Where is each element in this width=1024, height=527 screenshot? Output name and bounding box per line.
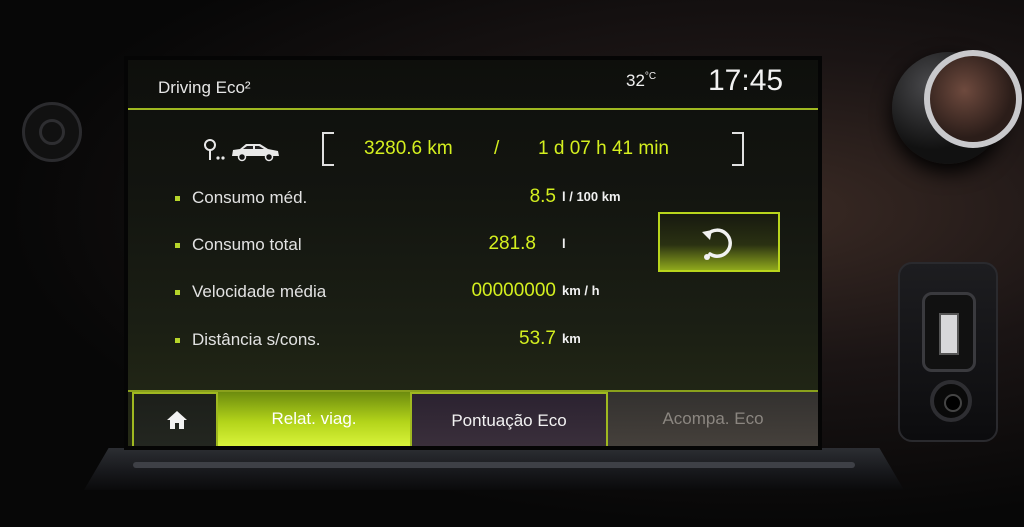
trip-origin-indicator [202,136,286,164]
metric-value: 8.5 [529,186,556,207]
tab-eco-follow[interactable]: Acompa. Eco [608,392,818,446]
media-port-panel [898,262,998,442]
trip-separator: / [494,138,500,159]
metric-total-consumption: Consumo total 281.8 l [128,233,648,263]
temperature-unit: °C [644,71,657,82]
bullet-icon [175,338,180,343]
tab-home[interactable] [132,392,218,446]
trip-duration: 1 d 07 h 41 min [538,138,669,159]
reset-icon [702,228,732,260]
metric-unit: l / 100 km [562,189,621,204]
bezel-lower-trim [84,448,904,490]
volume-knob[interactable] [880,40,1022,180]
bottom-tab-bar: Relat. viag. Pontuação Eco Acompa. Eco [128,390,818,446]
metric-label: Velocidade média [192,282,327,301]
metric-unit: l [562,236,566,251]
infotainment-screen: Driving Eco² 32°C 17:45 3280.6 km / 1 d … [128,60,818,446]
location-pin-icon [204,139,225,160]
metric-value: 281.8 [488,233,536,254]
reset-trip-button[interactable] [658,212,780,272]
clock: 17:45 [708,64,784,97]
metric-label: Consumo méd. [192,188,308,207]
usb-port [922,292,976,372]
status-bar: Driving Eco² 32°C 17:45 [128,60,818,110]
metric-unit: km / h [562,283,600,298]
aux-port [930,380,972,422]
tab-eco-score[interactable]: Pontuação Eco [410,392,608,446]
metric-value: 00000000 [471,280,556,301]
tab-trip-report[interactable]: Relat. viag. [218,392,410,446]
bracket-left [322,132,334,166]
metric-label: Consumo total [192,235,302,254]
bullet-icon [175,196,180,201]
microphone-grille [22,102,82,162]
bullet-icon [175,243,180,248]
car-icon [232,144,279,162]
home-icon [167,411,187,429]
trip-summary: 3280.6 km / 1 d 07 h 41 min [128,130,818,170]
trip-distance: 3280.6 km [364,138,453,159]
metric-label: Distância s/cons. [192,330,321,349]
temperature-value: 32 [626,71,645,90]
metric-unit: km [562,331,581,346]
outside-temperature: 32°C [626,71,656,91]
metric-average-speed: Velocidade média 00000000 km / h [128,280,648,310]
bullet-icon [175,290,180,295]
metric-average-consumption: Consumo méd. 8.5 l / 100 km [128,186,648,216]
app-title: Driving Eco² [158,78,251,97]
metric-value: 53.7 [519,328,556,349]
bracket-right [732,132,744,166]
metric-distance-no-consumption: Distância s/cons. 53.7 km [128,328,648,358]
